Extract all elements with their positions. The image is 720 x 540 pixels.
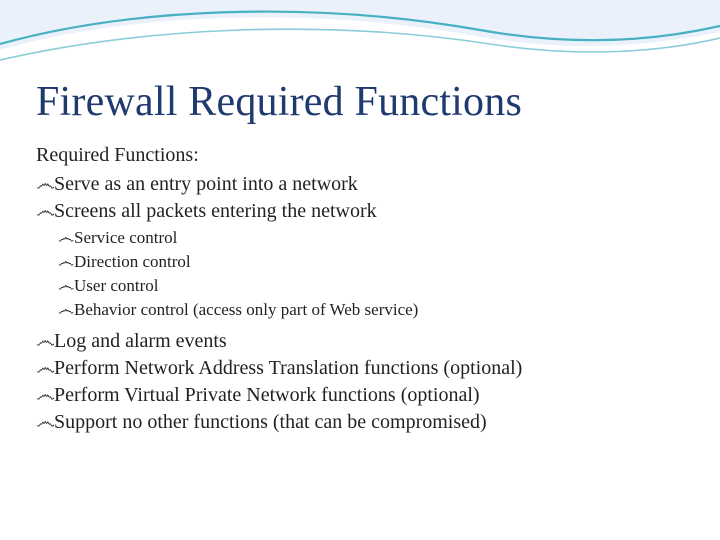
list-item: ෴ Behavior control (access only part of …: [58, 299, 684, 322]
subtitle: Required Functions:: [36, 144, 684, 167]
list-item: ෴ Support no other functions (that can b…: [36, 409, 684, 435]
list-item-text: Serve as an entry point into a network: [54, 171, 684, 197]
slide-content: Firewall Required Functions Required Fun…: [0, 0, 720, 435]
list-item: ෴ Perform Network Address Translation fu…: [36, 355, 684, 381]
list-item-text: Behavior control (access only part of We…: [74, 299, 684, 322]
list-item-text: Support no other functions (that can be …: [54, 409, 684, 435]
list-item-text: Perform Network Address Translation func…: [54, 355, 684, 381]
list-item: ෴ User control: [58, 275, 684, 298]
bullet-icon: ෴: [36, 328, 54, 354]
bullet-icon: ෴: [36, 171, 54, 197]
list-item: ෴ Service control: [58, 227, 684, 250]
bullet-icon: ෴: [58, 299, 74, 322]
bullet-icon: ෴: [36, 409, 54, 435]
list-item-text: User control: [74, 275, 684, 298]
list-item-text: Service control: [74, 227, 684, 250]
list-item: ෴ Log and alarm events: [36, 328, 684, 354]
sub-bullets: ෴ Service control ෴ Direction control ෴ …: [58, 227, 684, 322]
bullets-top: ෴ Serve as an entry point into a network…: [36, 171, 684, 224]
bullet-icon: ෴: [58, 251, 74, 274]
page-title: Firewall Required Functions: [36, 78, 684, 126]
bullets-bottom: ෴ Log and alarm events ෴ Perform Network…: [36, 328, 684, 435]
list-item: ෴ Screens all packets entering the netwo…: [36, 198, 684, 224]
list-item: ෴ Perform Virtual Private Network functi…: [36, 382, 684, 408]
bullet-icon: ෴: [36, 355, 54, 381]
list-item-text: Log and alarm events: [54, 328, 684, 354]
list-item-text: Screens all packets entering the network: [54, 198, 684, 224]
list-item-text: Perform Virtual Private Network function…: [54, 382, 684, 408]
list-item: ෴ Serve as an entry point into a network: [36, 171, 684, 197]
list-item: ෴ Direction control: [58, 251, 684, 274]
bullet-icon: ෴: [36, 198, 54, 224]
bullet-icon: ෴: [58, 275, 74, 298]
list-item-text: Direction control: [74, 251, 684, 274]
bullet-icon: ෴: [36, 382, 54, 408]
bullet-icon: ෴: [58, 227, 74, 250]
